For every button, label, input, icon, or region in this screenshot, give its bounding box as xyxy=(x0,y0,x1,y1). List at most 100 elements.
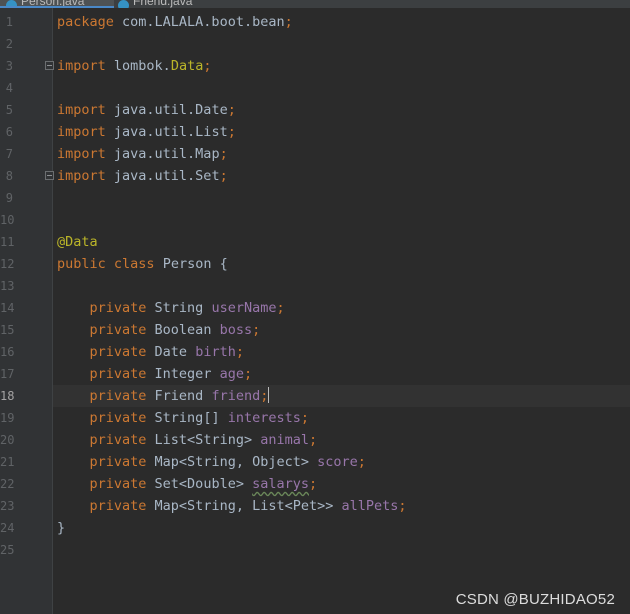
code-token: ; xyxy=(203,58,212,74)
code-token: age xyxy=(219,366,244,382)
line-number: 12 xyxy=(0,257,15,271)
code-line[interactable]: private Map<String, List<Pet>> allPets; xyxy=(57,495,407,517)
code-token: import xyxy=(57,124,114,140)
code-token: import xyxy=(57,146,114,162)
code-token: private xyxy=(57,344,155,360)
code-token: java.util.Set xyxy=(113,168,220,184)
code-token: class xyxy=(113,256,163,272)
code-line[interactable]: private String userName; xyxy=(57,297,285,319)
code-token: Date xyxy=(154,344,196,360)
code-token: Boolean xyxy=(154,322,220,338)
fold-toggle-icon[interactable] xyxy=(45,61,54,70)
code-line[interactable]: import java.util.Set; xyxy=(57,165,228,187)
code-token: private xyxy=(57,322,155,338)
code-token: boss xyxy=(219,322,253,338)
tab-label: Person.java xyxy=(21,0,85,8)
code-line[interactable]: private String[] interests; xyxy=(57,407,310,429)
code-token: ; xyxy=(227,124,236,140)
code-token: ; xyxy=(309,476,318,492)
tab-person-java[interactable]: Person.java xyxy=(0,0,114,8)
fold-toggle-icon[interactable] xyxy=(45,171,54,180)
code-token: Integer xyxy=(154,366,220,382)
code-line[interactable]: private List<String> animal; xyxy=(57,429,318,451)
code-line[interactable]: private Map<String, Object> score; xyxy=(57,451,366,473)
code-token: import xyxy=(57,168,114,184)
line-number: 14 xyxy=(0,301,15,315)
code-line[interactable]: private Friend friend; xyxy=(57,385,270,407)
code-token: Set<Double> xyxy=(154,476,253,492)
code-token: package xyxy=(57,14,123,30)
code-token: ; xyxy=(260,388,269,404)
code-token: salarys xyxy=(252,476,309,492)
line-number: 25 xyxy=(0,543,15,557)
line-number: 5 xyxy=(5,103,13,117)
tab-friend-java[interactable]: Friend.java xyxy=(116,0,228,8)
line-number: 13 xyxy=(0,279,15,293)
code-token: String xyxy=(154,300,212,316)
code-line[interactable]: import java.util.Map; xyxy=(57,143,228,165)
code-token: allPets xyxy=(341,498,399,514)
code-token: private xyxy=(57,410,155,426)
java-class-icon xyxy=(118,0,129,8)
code-token: private xyxy=(57,432,155,448)
code-token: private xyxy=(57,300,155,316)
line-number: 19 xyxy=(0,411,15,425)
code-token: Map<String, Object> xyxy=(154,454,318,470)
watermark: CSDN @BUZHIDAO52 xyxy=(455,591,615,608)
code-line[interactable]: private Date birth; xyxy=(57,341,244,363)
code-token: ; xyxy=(309,432,318,448)
line-number: 8 xyxy=(5,169,13,183)
code-token: ; xyxy=(219,146,228,162)
line-number: 7 xyxy=(5,147,13,161)
line-number: 16 xyxy=(0,345,15,359)
code-token: public xyxy=(57,256,114,272)
code-token: friend xyxy=(211,388,261,404)
code-line[interactable]: } xyxy=(57,517,65,539)
code-token: import xyxy=(57,102,114,118)
code-line[interactable]: @Data xyxy=(57,231,98,253)
code-line[interactable]: package com.LALALA.boot.bean; xyxy=(57,11,293,33)
code-line[interactable]: private Boolean boss; xyxy=(57,319,261,341)
line-number: 18 xyxy=(0,389,15,403)
text-caret xyxy=(268,387,270,403)
tab-label: Friend.java xyxy=(133,0,193,8)
line-number: 24 xyxy=(0,521,15,535)
code-token: private xyxy=(57,476,155,492)
code-token: ; xyxy=(243,366,253,382)
code-token: score xyxy=(317,454,358,470)
code-token: private xyxy=(57,498,155,514)
code-token: } xyxy=(57,520,66,536)
code-line[interactable]: public class Person { xyxy=(57,253,228,275)
code-token: ; xyxy=(300,410,309,426)
code-token: ; xyxy=(284,14,293,30)
editor-tab-bar: Person.java Friend.java xyxy=(0,0,630,8)
code-token: private xyxy=(57,388,155,404)
code-token: Person { xyxy=(162,256,228,272)
code-line[interactable]: import java.util.Date; xyxy=(57,99,236,121)
code-line[interactable]: import lombok.Data; xyxy=(57,55,211,77)
code-line[interactable]: import java.util.List; xyxy=(57,121,236,143)
line-number: 23 xyxy=(0,499,15,513)
code-token: ; xyxy=(252,322,261,338)
code-token: ; xyxy=(398,498,407,514)
line-number: 15 xyxy=(0,323,15,337)
line-number: 9 xyxy=(5,191,13,205)
code-token: interests xyxy=(227,410,301,426)
code-token: Data xyxy=(170,58,204,74)
code-token: String[] xyxy=(154,410,228,426)
line-number: 2 xyxy=(5,37,13,51)
java-class-icon xyxy=(6,0,17,8)
code-token: lombok. xyxy=(113,58,171,74)
line-number: 11 xyxy=(0,235,15,249)
code-token: import xyxy=(57,58,114,74)
code-line[interactable]: private Integer age; xyxy=(57,363,253,385)
line-number: 22 xyxy=(0,477,15,491)
code-token: Map<String, List<Pet>> xyxy=(154,498,342,514)
line-number: 1 xyxy=(5,15,13,29)
code-token: private xyxy=(57,454,155,470)
code-token: userName xyxy=(211,300,277,316)
line-number: 17 xyxy=(0,367,15,381)
line-number: 20 xyxy=(0,433,15,447)
code-token: ; xyxy=(357,454,366,470)
code-line[interactable]: private Set<Double> salarys; xyxy=(57,473,318,495)
